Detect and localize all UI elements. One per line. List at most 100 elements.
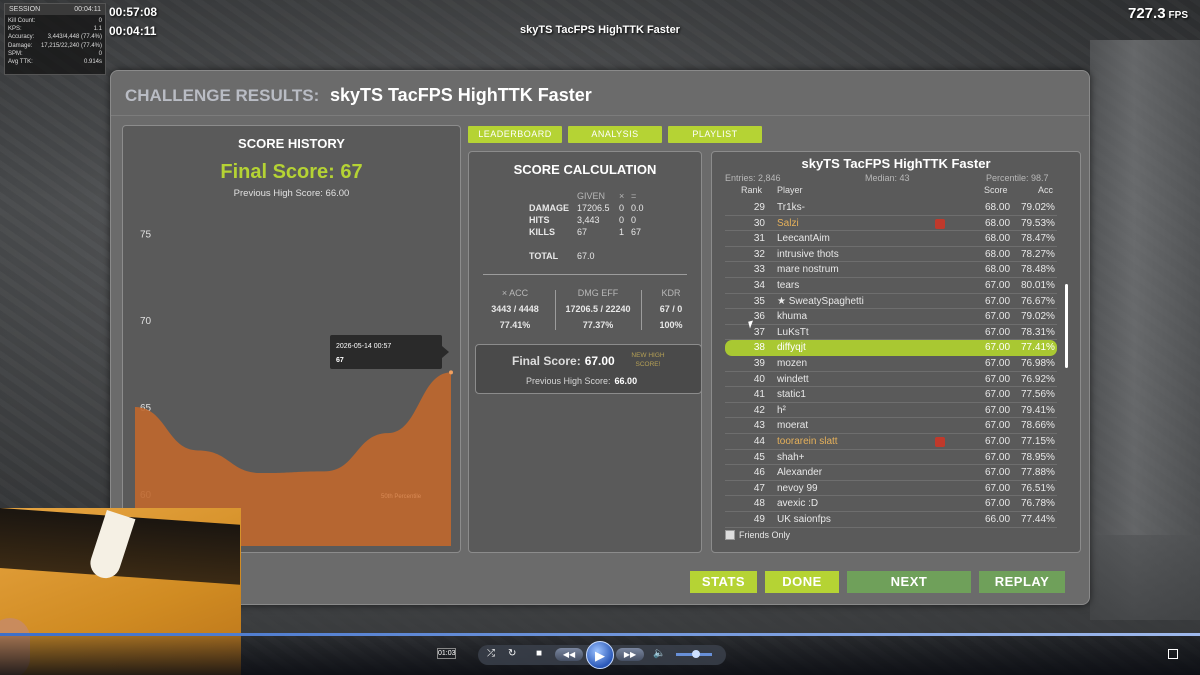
leaderboard-row[interactable]: 44 toorarein slatt 67.00 77.15% — [725, 434, 1057, 450]
damage-efficiency-header: DMG EFF — [577, 288, 619, 298]
tab-leaderboard[interactable]: LEADERBOARD — [468, 126, 562, 143]
stat-divider — [555, 290, 556, 330]
calc-given-header: GIVEN — [577, 191, 606, 201]
row-accuracy: 77.15% — [1021, 436, 1055, 447]
leaderboard-row[interactable]: 39 mozen 67.00 76.98% — [725, 356, 1057, 372]
calc-eq-header: = — [631, 191, 637, 201]
seek-progress[interactable] — [0, 633, 1200, 636]
row-rank: 34 — [753, 280, 765, 291]
col-score-header[interactable]: Score — [984, 185, 1008, 195]
leaderboard-percentile: Percentile: 98.7 — [986, 173, 1049, 183]
row-player: diffyqjt — [777, 342, 806, 354]
stats-button[interactable]: STATS — [690, 571, 757, 593]
leaderboard-scrollbar[interactable] — [1065, 284, 1068, 368]
col-acc-header[interactable]: Acc — [1038, 185, 1053, 195]
row-player: toorarein slatt — [777, 436, 838, 447]
done-button[interactable]: DONE — [765, 571, 839, 593]
row-accuracy: 78.31% — [1021, 326, 1055, 338]
leaderboard-row[interactable]: 33 mare nostrum 68.00 78.48% — [725, 262, 1057, 278]
leaderboard-row[interactable]: 47 nevoy 99 67.00 76.51% — [725, 481, 1057, 497]
volume-knob[interactable] — [692, 650, 700, 658]
leaderboard-row[interactable]: 30 Salzi 68.00 79.53% — [725, 216, 1057, 232]
background-wall — [1090, 40, 1200, 620]
fps-value: 727.3 — [1128, 5, 1166, 22]
row-accuracy: 77.44% — [1021, 514, 1055, 525]
calc-row-result: 0 — [631, 215, 637, 225]
score-history-box: SCORE HISTORY Final Score: 67 Previous H… — [122, 125, 461, 553]
fullscreen-icon[interactable] — [1168, 649, 1178, 659]
row-player: ★ SweatySpaghetti — [777, 295, 864, 307]
tab-playlist[interactable]: PLAYLIST — [668, 126, 762, 143]
calc-row-given: 17206.5 — [577, 203, 610, 213]
row-score: 67.00 — [985, 436, 1011, 447]
fast-forward-icon[interactable]: ▶▶ — [616, 648, 644, 661]
session-stat-key: Damage: — [8, 42, 33, 49]
leaderboard-list[interactable]: 29 Tr1ks- 68.00 79.02% 30 Salzi 68.00 79.53% 31 L… — [725, 200, 1057, 528]
calc-total-row: TOTAL 67.0 — [529, 250, 644, 262]
friends-only-checkbox[interactable] — [725, 530, 735, 540]
row-player: shah+ — [777, 451, 805, 463]
tab-analysis[interactable]: ANALYSIS — [568, 126, 662, 143]
leaderboard-row[interactable]: 36 khuma 67.00 79.02% — [725, 309, 1057, 325]
kdr-stat: KDR 67 / 0 100% — [645, 288, 697, 336]
leaderboard-row[interactable]: 34 tears 67.00 80.01% — [725, 278, 1057, 294]
row-score: 67.00 — [985, 280, 1011, 291]
row-player: windett — [777, 373, 809, 385]
leaderboard-row[interactable]: 43 moerat 67.00 78.66% — [725, 418, 1057, 434]
row-rank: 44 — [753, 436, 765, 447]
leaderboard-row-current-player[interactable]: 38 diffyqjt 67.00 77.41% — [725, 340, 1057, 356]
row-accuracy: 78.27% — [1021, 248, 1055, 260]
row-player: nevoy 99 — [777, 482, 818, 494]
col-rank-header[interactable]: Rank — [741, 185, 762, 195]
damage-efficiency-stat: DMG EFF 17206.5 / 22240 77.37% — [557, 288, 639, 336]
leaderboard-row[interactable]: 35 ★ SweatySpaghetti 67.00 76.67% — [725, 294, 1057, 310]
calc-total-value: 67.0 — [577, 251, 595, 261]
leaderboard-row[interactable]: 31 LeecantAim 68.00 78.47% — [725, 231, 1057, 247]
session-title: SESSION — [9, 6, 41, 13]
leaderboard-row[interactable]: 49 UK saionfps 66.00 77.44% — [725, 512, 1057, 528]
row-player: avexic :D — [777, 498, 819, 510]
leaderboard-row[interactable]: 42 h² 67.00 79.41% — [725, 403, 1057, 419]
col-player-header[interactable]: Player — [777, 185, 803, 195]
rewind-icon[interactable]: ◀◀ — [555, 648, 583, 661]
row-player: mozen — [777, 358, 808, 369]
calc-row-key: DAMAGE — [529, 203, 569, 213]
supporter-badge-icon — [935, 437, 945, 447]
leaderboard-row[interactable]: 29 Tr1ks- 68.00 79.02% — [725, 200, 1057, 216]
calc-row-key: HITS — [529, 215, 550, 225]
volume-icon[interactable]: 🔈 — [653, 648, 665, 659]
session-stat-value: 0.914s — [83, 59, 102, 66]
row-player: moerat — [777, 420, 809, 432]
play-icon[interactable]: ▶ — [586, 641, 614, 669]
stop-icon[interactable]: ■ — [536, 648, 542, 659]
row-accuracy: 78.48% — [1021, 264, 1055, 276]
row-accuracy: 78.47% — [1021, 233, 1055, 245]
calc-row: DAMAGE 17206.5 0 0.0 — [529, 202, 644, 214]
leaderboard-row[interactable]: 46 Alexander 67.00 77.88% — [725, 465, 1057, 481]
friends-only-toggle[interactable]: Friends Only — [725, 530, 790, 540]
row-accuracy: 76.51% — [1021, 482, 1055, 494]
row-player: mare nostrum — [777, 264, 839, 276]
calc-row-mult: 0 — [619, 203, 625, 213]
tooltip-value: 67 — [336, 357, 344, 364]
row-rank: 29 — [753, 202, 765, 213]
calc-row-result: 0.0 — [631, 203, 644, 213]
replay-button[interactable]: REPLAY — [979, 571, 1065, 593]
final-score-value: 67.00 — [584, 354, 615, 368]
row-score: 67.00 — [985, 467, 1011, 479]
leaderboard-row[interactable]: 32 intrusive thots 68.00 78.27% — [725, 247, 1057, 263]
shuffle-icon[interactable]: ⤮ — [487, 648, 495, 659]
challenge-results-panel: CHALLENGE RESULTS: skyTS TacFPS HighTTK … — [110, 70, 1090, 605]
calc-divider — [483, 274, 687, 275]
row-player: Tr1ks- — [777, 202, 805, 213]
row-accuracy: 77.41% — [1021, 342, 1055, 354]
leaderboard-row[interactable]: 45 shah+ 67.00 78.95% — [725, 450, 1057, 466]
leaderboard-row[interactable]: 37 LuKsTt 67.00 78.31% — [725, 325, 1057, 341]
leaderboard-row[interactable]: 40 windett 67.00 76.92% — [725, 372, 1057, 388]
leaderboard-row[interactable]: 48 avexic :D 67.00 76.78% — [725, 496, 1057, 512]
repeat-icon[interactable]: ↻ — [508, 648, 516, 659]
leaderboard-row[interactable]: 41 static1 67.00 77.56% — [725, 387, 1057, 403]
friends-only-label: Friends Only — [739, 530, 791, 540]
next-button[interactable]: NEXT — [847, 571, 971, 593]
latest-score-point — [449, 370, 453, 375]
